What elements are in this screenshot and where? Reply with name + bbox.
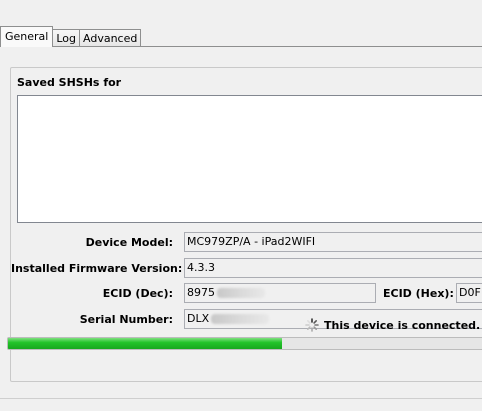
- ecid-dec-value: 8975: [187, 286, 215, 299]
- saved-shsh-title: Saved SHSHs for: [17, 76, 122, 89]
- redacted-mask: [217, 288, 265, 298]
- saved-shsh-list[interactable]: [17, 95, 482, 223]
- firmware-version-field[interactable]: 4.3.3: [184, 258, 482, 278]
- firmware-version-label: Installed Firmware Version:: [11, 262, 183, 275]
- status-text: This device is connected.: [324, 318, 481, 332]
- progress-fill: [8, 338, 282, 349]
- tab-bar: General Log Advanced: [0, 26, 142, 47]
- tab-general[interactable]: General: [0, 26, 54, 47]
- device-model-field[interactable]: MC979ZP/A - iPad2WIFI: [184, 232, 482, 252]
- device-info-group: Saved SHSHs for Device Model: MC979ZP/A …: [10, 67, 482, 382]
- app-window: General Log Advanced Saved SHSHs for Dev…: [0, 0, 482, 411]
- serial-number-value: DLX: [187, 312, 210, 325]
- connection-status: This device is connected.: [305, 318, 480, 332]
- spinner-icon: [305, 318, 319, 332]
- redacted-mask: [211, 314, 270, 324]
- tab-advanced[interactable]: Advanced: [79, 29, 142, 47]
- firmware-version-value: 4.3.3: [187, 261, 215, 274]
- ecid-hex-value: D0F: [459, 286, 481, 299]
- ecid-hex-field[interactable]: D0F: [456, 283, 482, 303]
- tab-log[interactable]: Log: [52, 29, 81, 47]
- ecid-hex-label: ECID (Hex):: [383, 287, 454, 300]
- progress-bar: [7, 337, 482, 350]
- device-model-label: Device Model:: [85, 236, 173, 249]
- bottom-divider: [0, 398, 482, 399]
- ecid-dec-label: ECID (Dec):: [102, 287, 173, 300]
- ecid-dec-field[interactable]: 8975: [184, 283, 376, 303]
- serial-number-label: Serial Number:: [79, 313, 173, 326]
- general-tab-panel: Saved SHSHs for Device Model: MC979ZP/A …: [0, 46, 482, 399]
- device-model-value: MC979ZP/A - iPad2WIFI: [187, 235, 316, 248]
